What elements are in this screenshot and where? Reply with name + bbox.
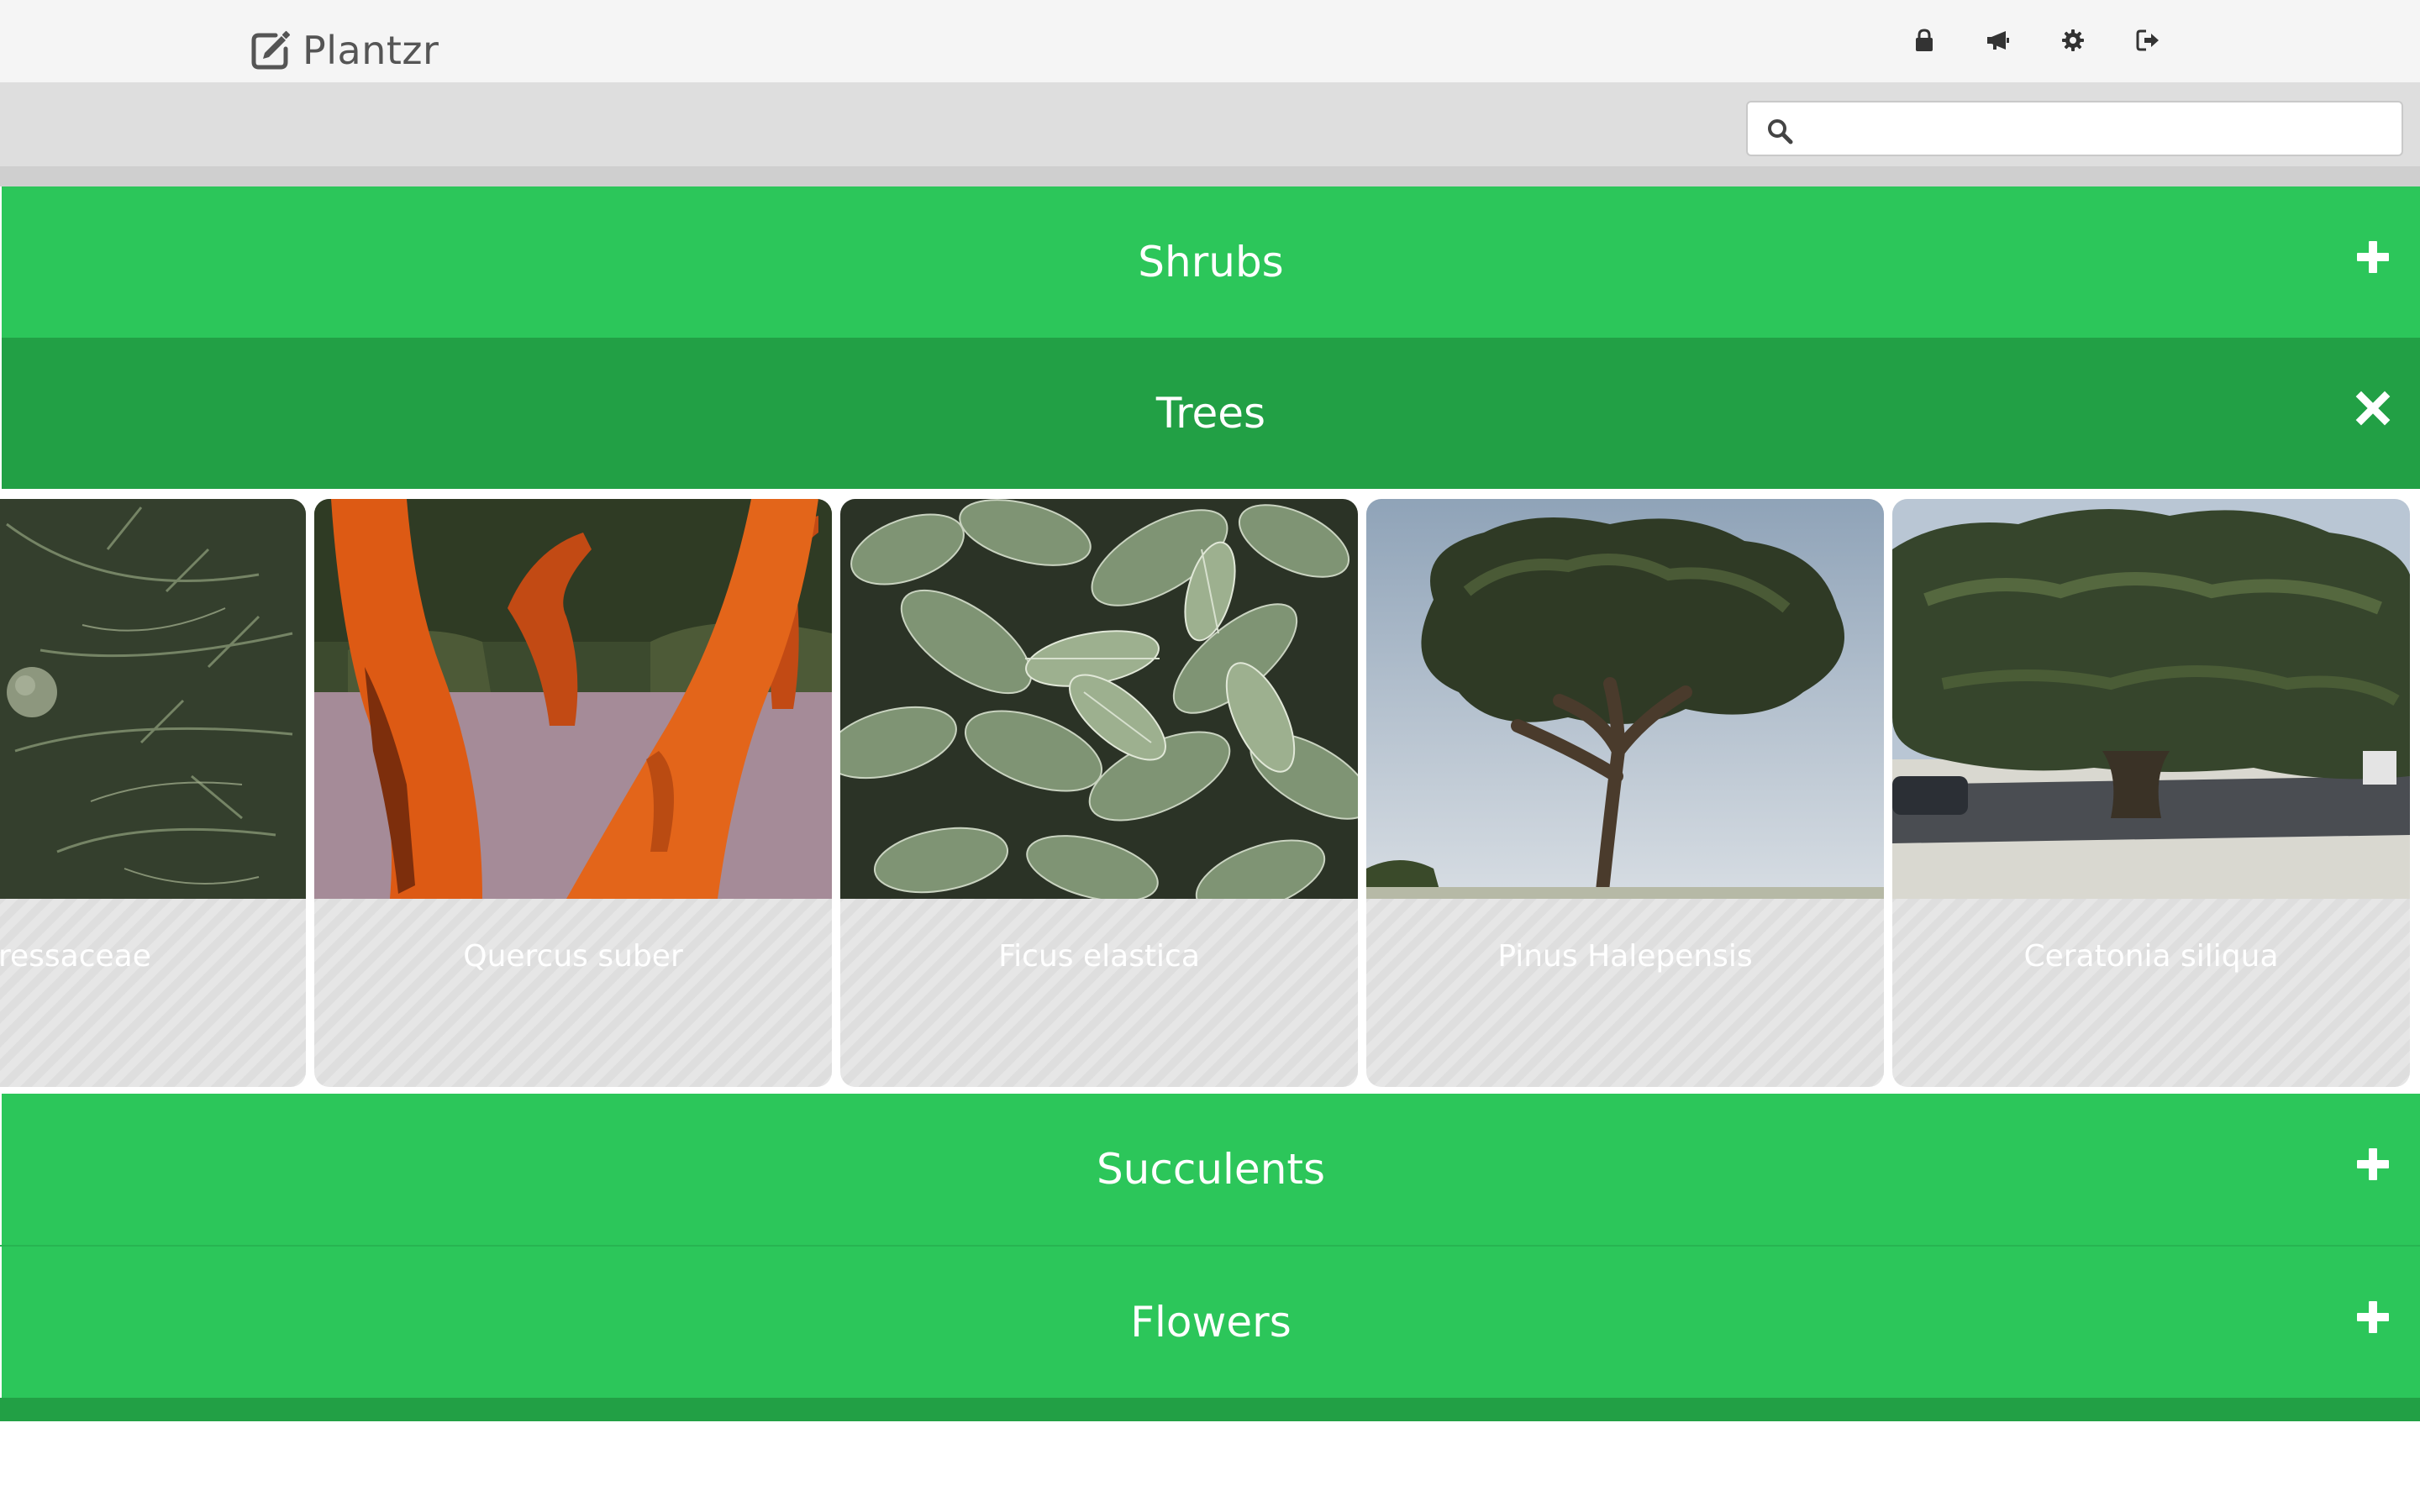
app-root: Plantzr Shrubs Trees ressaceae Quercus s…	[0, 0, 2420, 1512]
plus-icon[interactable]	[2354, 239, 2391, 276]
gear-icon[interactable]	[2056, 24, 2090, 57]
plus-icon[interactable]	[2354, 1146, 2391, 1183]
plant-photo	[0, 499, 306, 899]
plant-name: Pinus Halepensis	[1497, 938, 1753, 974]
category-title: Flowers	[1130, 1298, 1292, 1347]
category-title: Succulents	[1096, 1145, 1326, 1194]
search-bar	[0, 82, 2420, 166]
category-header-trees[interactable]: Trees	[0, 338, 2420, 489]
plant-card[interactable]: Ceratonia siliqua	[1892, 499, 2410, 1087]
edit-icon	[251, 30, 291, 70]
category-accordion: Shrubs Trees ressaceae Quercus suber Fic…	[0, 186, 2420, 1421]
bullhorn-icon[interactable]	[1981, 24, 2015, 57]
lock-icon[interactable]	[1907, 24, 1941, 57]
plant-name: Ficus elastica	[998, 938, 1200, 974]
plus-icon[interactable]	[2354, 1299, 2391, 1336]
accordion-footer-strip	[0, 1398, 2420, 1421]
brand-link[interactable]: Plantzr	[250, 25, 439, 76]
sign-out-icon[interactable]	[2131, 24, 2165, 57]
category-title: Trees	[1155, 389, 1266, 438]
plant-photo	[1366, 499, 1884, 899]
category-header-shrubs[interactable]: Shrubs	[0, 186, 2420, 338]
search-icon	[1768, 119, 1793, 144]
plant-card[interactable]: Ficus elastica	[840, 499, 1358, 1087]
search-box	[1746, 101, 2403, 156]
category-header-succulents[interactable]: Succulents	[0, 1094, 2420, 1245]
plant-photo	[840, 499, 1358, 899]
top-navbar: Plantzr	[0, 0, 2420, 82]
plant-name: Ceratonia siliqua	[2023, 938, 2279, 974]
category-header-flowers[interactable]: Flowers	[0, 1247, 2420, 1398]
brand-name: Plantzr	[302, 28, 439, 73]
header-separator	[0, 166, 2420, 186]
plant-card-row: ressaceae Quercus suber Ficus elastica P…	[0, 489, 2420, 1094]
category-title: Shrubs	[1138, 238, 1284, 286]
plant-card[interactable]: Pinus Halepensis	[1366, 499, 1884, 1087]
plant-photo	[314, 499, 832, 899]
plant-photo	[1892, 499, 2410, 899]
close-icon[interactable]	[2354, 390, 2391, 427]
search-input[interactable]	[1807, 108, 2386, 151]
plant-name: ressaceae	[0, 938, 151, 974]
plant-name: Quercus suber	[463, 938, 683, 974]
plant-card[interactable]: ressaceae	[0, 499, 306, 1087]
plant-card[interactable]: Quercus suber	[314, 499, 832, 1087]
